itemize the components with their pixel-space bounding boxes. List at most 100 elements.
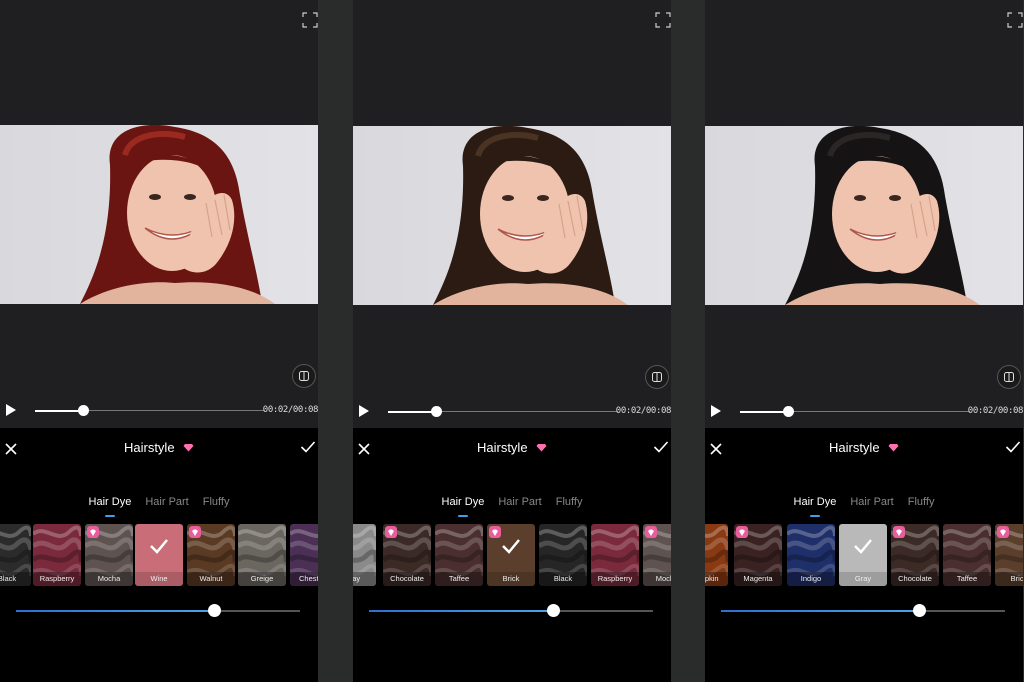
compare-button[interactable] (997, 365, 1021, 389)
sheet-title: Hairstyle (123, 440, 175, 456)
swatch-gray[interactable]: Gray (839, 524, 887, 586)
compare-button[interactable] (645, 365, 669, 389)
gem-icon (489, 526, 501, 538)
intensity-slider[interactable] (721, 604, 1005, 617)
swatch-chocolate[interactable]: Chocolate (891, 524, 939, 586)
hairstyle-sheet: Hairstyle Hair Dye Hair Part Fluffy Black (0, 428, 318, 682)
portrait-image (353, 126, 671, 305)
tab-hair-part[interactable]: Hair Part (498, 496, 541, 508)
tab-hair-dye[interactable]: Hair Dye (442, 496, 484, 517)
hairstyle-sheet: Hairstyle Hair Dye Hair Part Fluffy Gray (353, 428, 671, 682)
swatch-label: Brick (487, 572, 535, 586)
editor-panel-2: 00:02/00:08 Hairstyle Hair Dye Hair Part F… (353, 0, 671, 682)
playback-progress-fill (35, 409, 84, 412)
tab-fluffy[interactable]: Fluffy (203, 496, 230, 508)
editor-panel-1: 00:02/00:08 Hairstyle Hair Dye Hair Part F… (0, 0, 318, 682)
tab-hair-part[interactable]: Hair Part (145, 496, 188, 508)
intensity-knob[interactable] (547, 604, 561, 617)
play-icon[interactable] (710, 404, 722, 423)
intensity-knob[interactable] (208, 604, 222, 617)
gem-icon (385, 526, 397, 538)
check-icon[interactable] (653, 440, 669, 459)
swatch-black[interactable]: Black (0, 524, 31, 586)
fullscreen-icon[interactable] (655, 12, 671, 28)
fullscreen-icon[interactable] (1007, 12, 1023, 28)
check-icon[interactable] (300, 440, 316, 459)
check-icon (487, 538, 535, 559)
compare-icon (1004, 372, 1014, 382)
swatch-taffee[interactable]: Taffee (435, 524, 483, 586)
compare-icon (652, 372, 662, 382)
swatch-label: Raspberry (591, 572, 639, 586)
swatch-chocolate[interactable]: Chocolate (383, 524, 431, 586)
swatch-label: Black (539, 572, 587, 586)
swatch-chestnut[interactable]: Chestnut (290, 524, 318, 586)
swatch-indigo[interactable]: Indigo (787, 524, 835, 586)
gem-icon (997, 526, 1009, 538)
color-swatch-list[interactable]: Gray Chocolate Taffee Brick (353, 524, 671, 588)
swatch-gray[interactable]: Gray (353, 524, 376, 586)
playback-progress[interactable] (35, 405, 265, 416)
color-swatch-list[interactable]: Black Raspberry Mocha Wine Walnut Greige… (0, 524, 318, 588)
playback-progress-fill (388, 410, 437, 413)
swatch-label: Taffee (943, 572, 991, 586)
swatch-label: Pumpkin (705, 572, 728, 586)
intensity-slider[interactable] (369, 604, 653, 617)
swatch-brick[interactable]: Brick (487, 524, 535, 586)
playback-knob[interactable] (430, 406, 442, 417)
playback-knob[interactable] (782, 406, 794, 417)
tab-fluffy[interactable]: Fluffy (556, 496, 583, 508)
swatch-label: Taffee (435, 572, 483, 586)
swatch-mocha[interactable]: Mocha (85, 524, 133, 586)
intensity-slider[interactable] (16, 604, 300, 617)
tab-hair-dye[interactable]: Hair Dye (794, 496, 836, 517)
playback-progress[interactable] (388, 406, 618, 417)
swatch-label: Chocolate (891, 572, 939, 586)
play-icon[interactable] (5, 403, 17, 422)
color-swatch-list[interactable]: Pumpkin Magenta Indigo Gray (705, 524, 1023, 588)
time-display: 00:02/00:08 (967, 406, 1023, 416)
tab-hair-part[interactable]: Hair Part (850, 496, 893, 508)
swatch-taffee[interactable]: Taffee (943, 524, 991, 586)
swatch-magenta[interactable]: Magenta (734, 524, 782, 586)
swatch-label: Black (0, 572, 31, 586)
sheet-title: Hairstyle (476, 440, 528, 456)
swatch-raspberry[interactable]: Raspberry (591, 524, 639, 586)
swatch-label: Raspberry (33, 572, 81, 586)
swatch-walnut[interactable]: Walnut (187, 524, 235, 586)
swatch-mocha[interactable]: Mocha (643, 524, 671, 586)
swatch-raspberry[interactable]: Raspberry (33, 524, 81, 586)
hairstyle-sheet: Hairstyle Hair Dye Hair Part Fluffy Pumpki… (705, 428, 1023, 682)
swatch-black[interactable]: Black (539, 524, 587, 586)
tab-bar: Hair Dye Hair Part Fluffy (705, 492, 1023, 517)
swatch-brick[interactable]: Brick (995, 524, 1023, 586)
gem-icon (893, 526, 905, 538)
compare-button[interactable] (292, 364, 316, 388)
gem-icon (888, 439, 899, 457)
swatch-wine[interactable]: Wine (135, 524, 183, 586)
intensity-fill (16, 610, 215, 612)
intensity-fill (369, 610, 554, 612)
intensity-knob[interactable] (913, 604, 927, 617)
playback-progress[interactable] (740, 406, 970, 417)
swatch-label: Chocolate (383, 572, 431, 586)
time-display: 00:02/00:08 (262, 405, 318, 415)
play-icon[interactable] (358, 404, 370, 423)
playback-knob[interactable] (77, 405, 89, 416)
swatch-label: Gray (353, 572, 376, 586)
compare-icon (299, 371, 309, 381)
playback-bar: 00:02/00:08 (353, 404, 671, 420)
swatch-label: Indigo (787, 572, 835, 586)
swatch-pumpkin[interactable]: Pumpkin (705, 524, 728, 586)
swatch-label: Greige (238, 572, 286, 586)
sheet-header: Hairstyle (353, 439, 671, 457)
video-preview (705, 126, 1023, 305)
swatch-label: Wine (135, 572, 183, 586)
gem-icon (183, 439, 194, 457)
tab-hair-dye[interactable]: Hair Dye (89, 496, 131, 517)
swatch-greige[interactable]: Greige (238, 524, 286, 586)
tab-fluffy[interactable]: Fluffy (908, 496, 935, 508)
fullscreen-icon[interactable] (302, 12, 318, 28)
check-icon[interactable] (1005, 440, 1021, 459)
check-icon (135, 538, 183, 559)
